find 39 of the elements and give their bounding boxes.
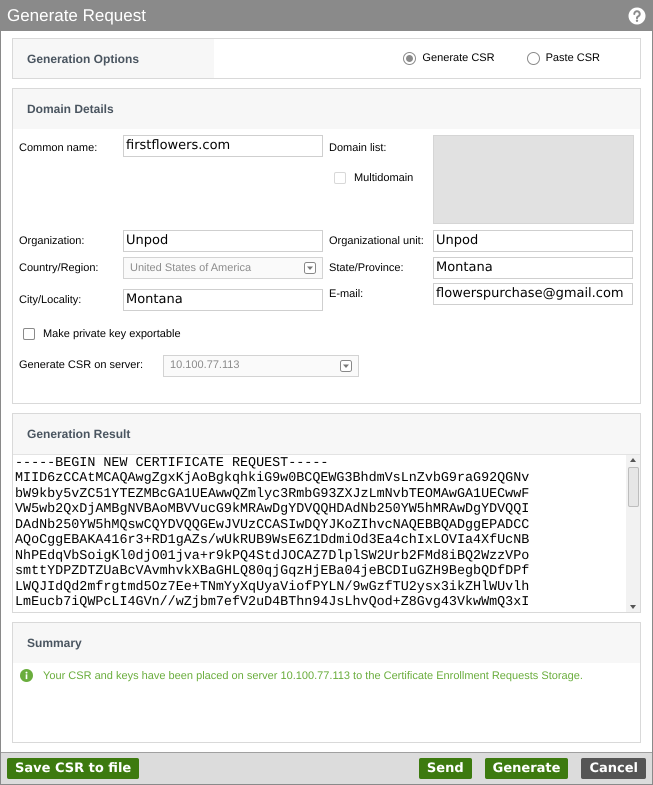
field-label: E-mail: [329, 286, 364, 302]
scrollbar[interactable] [626, 454, 640, 612]
action-button[interactable]: Send [418, 758, 472, 779]
caret-icon [340, 360, 352, 372]
field-label: Organizational unit: [329, 234, 425, 249]
caret-icon [304, 262, 316, 274]
info-icon [20, 669, 33, 682]
field-label: Organization: [19, 234, 86, 249]
text-field[interactable]: firstflowers.com [123, 135, 323, 157]
field-label: Domain list: [329, 141, 388, 156]
field-label: Common name: [19, 141, 98, 156]
radio-label: Generate CSR [422, 51, 495, 66]
field-label: City/Locality: [19, 292, 82, 308]
checkbox-label: Make private key exportable [43, 327, 181, 342]
action-button[interactable]: Generate [484, 758, 568, 779]
text-field[interactable]: flowerspurchase@gmail.com [433, 283, 633, 305]
text-field[interactable]: Unpod [123, 230, 323, 252]
help-icon[interactable] [628, 7, 646, 25]
field-label: Country/Region: [19, 260, 100, 276]
section-title: Generation Result [27, 426, 130, 442]
text-field[interactable]: Montana [123, 289, 323, 311]
scroll-thumb[interactable] [628, 466, 638, 506]
checkbox-label: Multidomain [354, 170, 414, 186]
section-title: Generation Options [27, 50, 140, 68]
text-field[interactable]: Montana [433, 257, 633, 279]
csr-text-area[interactable]: -----BEGIN NEW CERTIFICATE REQUEST----- MIID6zCCAtMCAQAwgZgxKjAoBgkqhkiG9w0BCQEWG3BhdmVsLnZvbG9raG92QGNv bW9kby5vZC51YTEZMBcGA1UEAwwQZmlyc3RmbG93ZXJzLmNvbTEOMAwGA1UECwwF VW5wb2QxDjAMBgNVBAoMBVVucG9kMRAwDgYDVQQHDAdNb250YW5hMRAwDgYDVQQI DAdNb250YW5hMQswCQYDVQQGEwJVUzCCASIwDQYJKoZIhvcNAQEBBQADggEPADCC AQoCggEBAKA416r3+RD1gAZs/wUkRUB9WsE6Z1DdmiOd3Ea4chIxLOVIa4XfUcNB NhPEdqVbSoigKl0djO01jva+r9kPQ4StdJOCAZ7DlplSW2Urb2FMd8iBQ2WzzVPo smttYDPZDTZUaBcVAvmhvkXBaGHLQ80qjGqzHjEBa04jeBCDIuGZH9BegbQDfDPf LWQJIdQd2mfrgtmd5Oz7Ee+TNmYyXqUyaViofPYLN/9wGzfTU2ysx3ikZHlWUvlh LmEucb7iQWPcLI4GVn//wZjbm7efV2uD4BThn94JsLhvQod+Z8Gvg43VkwWmQ3xI [13, 454, 626, 612]
checkbox[interactable] [23, 328, 35, 340]
action-button[interactable]: Save CSR to file [7, 758, 140, 779]
action-button[interactable]: Cancel [581, 758, 646, 779]
field-label: State/Province: [329, 260, 405, 276]
summary-message: Your CSR and keys have been placed on server 10.100.77.113 to the Certificate Enrollment Requests Storage. [43, 668, 583, 684]
section-title: Domain Details [27, 101, 114, 118]
window-title: Generate Request [7, 5, 146, 28]
text-field[interactable]: Unpod [433, 230, 633, 252]
radio-label: Paste CSR [546, 51, 600, 66]
section-title: Summary [27, 634, 82, 652]
radio-button[interactable] [526, 52, 540, 65]
field-label: Generate CSR on server: [19, 358, 144, 374]
radio-button[interactable] [403, 52, 416, 65]
